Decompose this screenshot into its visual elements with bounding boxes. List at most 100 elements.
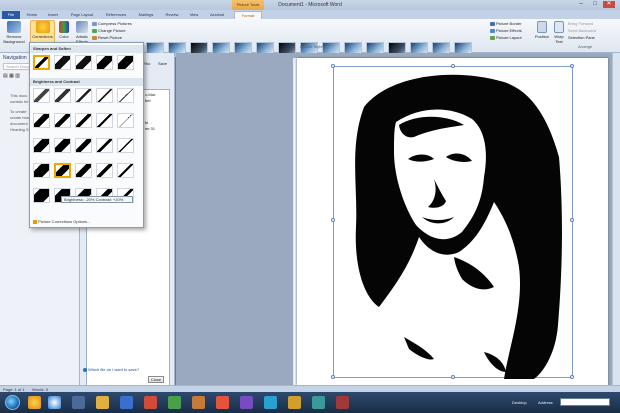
brightness-contrast-option[interactable]: [75, 138, 92, 153]
app-icon[interactable]: [240, 396, 253, 409]
tab-page-layout[interactable]: Page Layout: [66, 11, 98, 19]
app-icon[interactable]: [336, 396, 349, 409]
brightness-contrast-option[interactable]: [117, 88, 134, 103]
tab-home[interactable]: Home: [24, 11, 40, 19]
navigation-view-tabs[interactable]: ▤ ▦ ▥: [3, 73, 20, 79]
which-file-help-link[interactable]: Which file do I want to save?: [83, 367, 139, 372]
reset-picture-command[interactable]: Reset Picture: [92, 35, 122, 40]
brightness-contrast-option[interactable]: [96, 138, 113, 153]
resize-handle[interactable]: [331, 375, 335, 379]
resize-handle[interactable]: [570, 64, 574, 68]
compress-pictures-command[interactable]: Compress Pictures: [92, 21, 132, 26]
desktop-toolbar-label[interactable]: Desktop: [512, 400, 527, 405]
brightness-contrast-option[interactable]: [96, 163, 113, 178]
selection-pane-command[interactable]: Selection Pane: [568, 35, 595, 40]
app-icon[interactable]: [264, 396, 277, 409]
change-picture-label: Change Picture: [98, 28, 126, 33]
picture-corrections-options-item[interactable]: Picture Corrections Options...: [33, 219, 90, 224]
picture-effects-label: Picture Effects: [496, 28, 522, 33]
brightness-contrast-option[interactable]: [33, 113, 50, 128]
picture-layout-icon: [490, 35, 495, 40]
address-toolbar-label: Address: [538, 400, 553, 405]
brightness-contrast-option[interactable]: [33, 138, 50, 153]
change-picture-icon: [92, 28, 97, 33]
sharpen-option[interactable]: [96, 55, 113, 70]
change-picture-command[interactable]: Change Picture: [92, 28, 126, 33]
app-icon[interactable]: [192, 396, 205, 409]
brightness-contrast-option[interactable]: [54, 88, 71, 103]
close-button[interactable]: Close: [148, 376, 164, 383]
ribbon-tabs: File Home Insert Page Layout References …: [0, 10, 620, 19]
picture-layout-label: Picture Layout: [496, 35, 522, 40]
tab-file[interactable]: File: [2, 11, 20, 19]
minimize-button[interactable]: –: [575, 1, 587, 8]
vertical-scrollbar[interactable]: [612, 53, 620, 385]
reset-picture-label: Reset Picture: [98, 35, 123, 40]
sharpen-option[interactable]: [33, 55, 50, 70]
resize-handle[interactable]: [570, 218, 574, 222]
app-icon[interactable]: [288, 396, 301, 409]
brightness-contrast-option[interactable]: [54, 113, 71, 128]
tab-references[interactable]: References: [102, 11, 130, 19]
position-label: Position: [534, 34, 550, 39]
resize-handle[interactable]: [331, 64, 335, 68]
column-header: Save: [158, 61, 168, 66]
picture-layout-command[interactable]: Picture Layout: [490, 35, 522, 40]
tooltip: Brightness: -20% Contrast: +20%: [61, 196, 133, 203]
app-icon[interactable]: [216, 396, 229, 409]
maximize-button[interactable]: □: [589, 1, 601, 8]
brightness-contrast-option[interactable]: [117, 163, 134, 178]
brightness-contrast-option[interactable]: [33, 188, 50, 203]
app-icon[interactable]: [144, 396, 157, 409]
portrait-image: [355, 74, 562, 379]
resize-handle[interactable]: [570, 375, 574, 379]
brightness-contrast-option[interactable]: [33, 88, 50, 103]
explorer-icon[interactable]: [28, 396, 41, 409]
word-taskbar-icon[interactable]: [120, 396, 133, 409]
address-input[interactable]: [560, 398, 610, 406]
sun-icon: [35, 21, 50, 33]
tab-format[interactable]: Format: [234, 11, 262, 19]
brightness-contrast-option[interactable]: [33, 163, 50, 178]
sharpen-option[interactable]: [54, 55, 71, 70]
color-button[interactable]: Color: [57, 21, 71, 39]
resize-handle[interactable]: [451, 64, 455, 68]
brightness-contrast-option[interactable]: [117, 113, 134, 128]
send-backward-command[interactable]: Send Backward: [568, 28, 596, 33]
artistic-effects-icon: [76, 21, 88, 33]
tab-acrobat[interactable]: Acrobat: [206, 11, 228, 19]
sharpen-option[interactable]: [117, 55, 134, 70]
file-list-fragment: te ..: [145, 120, 152, 125]
brightness-contrast-option[interactable]: [75, 113, 92, 128]
brightness-contrast-option[interactable]: [54, 138, 71, 153]
picture-effects-command[interactable]: Picture Effects: [490, 28, 522, 33]
wrap-text-button[interactable]: Wrap Text: [552, 21, 566, 44]
brightness-contrast-option[interactable]: [117, 138, 134, 153]
brightness-contrast-option-selected[interactable]: [54, 163, 71, 178]
selected-picture[interactable]: [331, 64, 574, 379]
start-button[interactable]: [5, 395, 20, 410]
tab-insert[interactable]: Insert: [44, 11, 62, 19]
brightness-contrast-option[interactable]: [96, 88, 113, 103]
brightness-contrast-option[interactable]: [75, 88, 92, 103]
resize-handle[interactable]: [331, 218, 335, 222]
browser-icon[interactable]: [48, 396, 61, 409]
tab-view[interactable]: View: [186, 11, 202, 19]
taskbar: Desktop Address: [0, 392, 620, 413]
media-player-icon[interactable]: [72, 396, 85, 409]
brightness-contrast-option[interactable]: [75, 163, 92, 178]
position-button[interactable]: Position: [534, 21, 550, 39]
tab-mailings[interactable]: Mailings: [134, 11, 158, 19]
app-icon[interactable]: [168, 396, 181, 409]
brightness-contrast-option[interactable]: [96, 113, 113, 128]
resize-handle[interactable]: [451, 375, 455, 379]
remove-background-button[interactable]: Remove Background: [2, 21, 26, 44]
folder-icon[interactable]: [96, 396, 109, 409]
tab-review[interactable]: Review: [162, 11, 182, 19]
artistic-effects-button[interactable]: Artistic Effects: [73, 21, 91, 44]
picture-border-command[interactable]: Picture Border: [490, 21, 522, 26]
bring-forward-command[interactable]: Bring Forward: [568, 21, 593, 26]
close-window-button[interactable]: ✕: [603, 1, 615, 8]
sharpen-option[interactable]: [75, 55, 92, 70]
app-icon[interactable]: [312, 396, 325, 409]
